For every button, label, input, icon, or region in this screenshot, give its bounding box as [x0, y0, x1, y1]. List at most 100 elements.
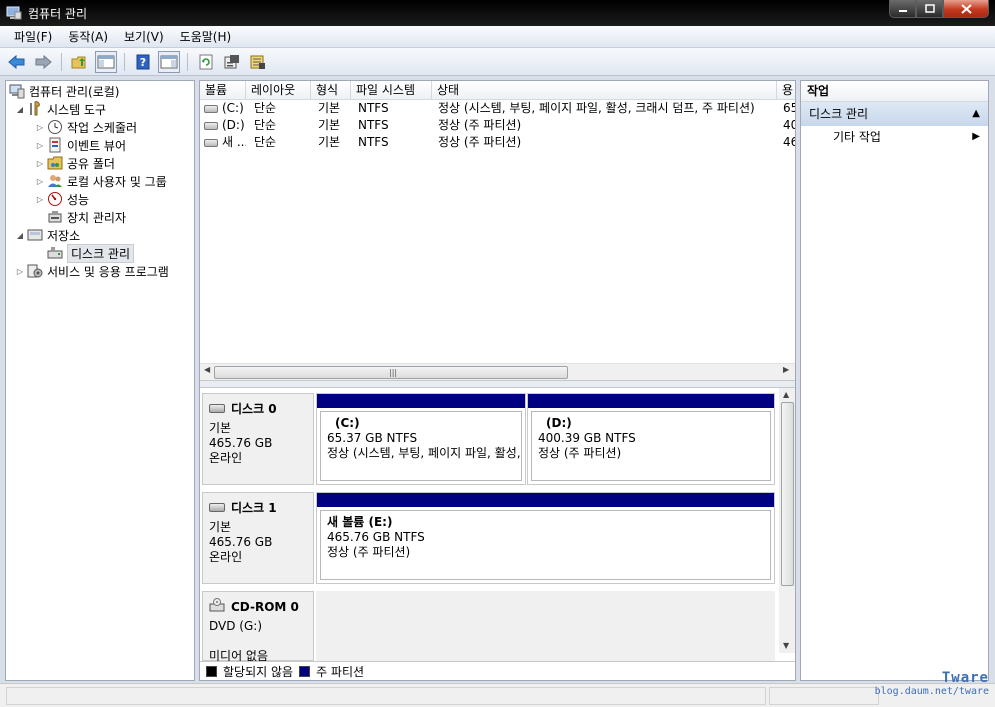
computer-management-icon	[6, 5, 22, 21]
action-more-actions[interactable]: 기타 작업 ▶	[801, 126, 988, 148]
tree-item-task-scheduler[interactable]: ▷ 작업 스케줄러	[35, 118, 137, 136]
expand-triangle-icon[interactable]: ▷	[35, 141, 45, 150]
cdrom-info[interactable]: CD-ROM 0 DVD (G:) 미디어 없음	[202, 591, 314, 663]
partition-size: 400.39 GB NTFS	[538, 431, 636, 445]
partition-name: (D:)	[546, 416, 572, 430]
forward-button[interactable]	[32, 51, 54, 73]
event-viewer-icon	[47, 137, 63, 153]
vertical-scrollbar[interactable]: ▲ ▼	[779, 388, 795, 653]
show-hide-tree-button[interactable]	[95, 50, 117, 73]
maximize-button[interactable]	[916, 0, 943, 18]
disk-type: 기본	[209, 520, 232, 534]
scroll-up-arrow-icon[interactable]: ▲	[783, 390, 789, 399]
clock-icon	[47, 119, 63, 135]
menu-view[interactable]: 보기(V)	[116, 28, 172, 45]
status-segment	[769, 687, 879, 705]
performance-icon	[47, 191, 63, 207]
expand-triangle-icon[interactable]: ▷	[35, 195, 45, 204]
users-icon	[47, 173, 63, 189]
cdrom-empty-area	[316, 591, 775, 661]
tree-label: 디스크 관리	[67, 243, 135, 263]
export-button[interactable]	[247, 51, 269, 73]
tree-item-performance[interactable]: ▷ 성능	[35, 190, 89, 208]
back-icon	[8, 54, 25, 69]
grip-icon: |||	[389, 368, 398, 377]
disk-name: 디스크 0	[231, 402, 277, 416]
disk-info[interactable]: 디스크 1 기본 465.76 GB 온라인	[202, 492, 314, 584]
expand-triangle-icon[interactable]: ▷	[15, 267, 25, 276]
scroll-down-arrow-icon[interactable]: ▼	[783, 641, 789, 650]
volume-layout: 단순	[254, 135, 277, 149]
primary-partition-bar	[528, 394, 774, 408]
expand-triangle-icon[interactable]: ▷	[35, 159, 45, 168]
expand-triangle-icon[interactable]: ▷	[35, 123, 45, 132]
toolbar-separator	[61, 52, 62, 71]
tree-item-local-users[interactable]: ▷ 로컬 사용자 및 그룹	[35, 172, 167, 190]
volume-file-system: NTFS	[358, 118, 389, 132]
window-title: 컴퓨터 관리	[28, 6, 88, 21]
refresh-button[interactable]	[195, 51, 217, 73]
svg-text:?: ?	[140, 56, 146, 69]
disk-info[interactable]: 디스크 0 기본 465.76 GB 온라인	[202, 393, 314, 485]
expand-triangle-icon[interactable]: ▷	[35, 177, 45, 186]
tree-label: 로컬 사용자 및 그룹	[67, 174, 167, 189]
tree-item-shared-folders[interactable]: ▷ 공유 폴더	[35, 154, 115, 172]
collapse-triangle-icon[interactable]: ◢	[15, 231, 25, 240]
minimize-button[interactable]	[889, 0, 916, 18]
volume-type: 기본	[318, 101, 341, 115]
back-button[interactable]	[6, 51, 28, 73]
export-icon	[250, 55, 265, 69]
collapse-triangle-icon[interactable]: ◢	[15, 105, 25, 114]
tree-item-event-viewer[interactable]: ▷ 이벤트 뷰어	[35, 136, 126, 154]
unallocated-swatch	[206, 666, 217, 677]
column-header-type[interactable]: 형식	[311, 81, 351, 100]
column-header-volume[interactable]: 볼륨	[200, 81, 246, 100]
column-header-capacity[interactable]: 용	[777, 81, 795, 100]
scroll-right-arrow-icon[interactable]: ▶	[783, 365, 789, 374]
volume-name: (C:)	[222, 101, 244, 115]
horizontal-scroll-thumb[interactable]: |||	[214, 366, 568, 379]
horizontal-scrollbar[interactable]: ◀ ||| ▶	[200, 363, 795, 380]
volume-row[interactable]: (D:) 단순 기본 NTFS 정상 (주 파티션) 40	[200, 117, 795, 134]
tree-item-computer-management[interactable]: 컴퓨터 관리(로컬)	[9, 82, 119, 100]
status-bar: Tware blog.daum.net/tware	[0, 670, 995, 707]
tree-item-services-applications[interactable]: ▷ 서비스 및 응용 프로그램	[15, 262, 169, 280]
status-segment	[6, 687, 766, 705]
close-button[interactable]	[943, 0, 989, 18]
maximize-icon	[924, 4, 935, 13]
up-folder-button[interactable]	[69, 51, 91, 73]
tree-item-system-tools[interactable]: ◢ 시스템 도구	[15, 100, 106, 118]
watermark: Tware blog.daum.net/tware	[875, 670, 989, 697]
volume-row[interactable]: (C:) 단순 기본 NTFS 정상 (시스템, 부팅, 페이지 파일, 활성,…	[200, 100, 795, 117]
partition-status: 정상 (시스템, 부팅, 페이지 파일, 활성, 크래시 덤프, 주 파티션)	[327, 446, 521, 460]
actions-section-disk-management[interactable]: 디스크 관리 ▲	[801, 102, 988, 126]
watermark-url: blog.daum.net/tware	[874, 686, 989, 697]
tree-item-device-manager[interactable]: 장치 관리자	[47, 208, 126, 226]
disk-icon	[209, 404, 225, 413]
collapse-up-icon[interactable]: ▲	[972, 102, 980, 126]
disk-name: 디스크 1	[231, 501, 277, 515]
vertical-scroll-thumb[interactable]	[781, 402, 794, 586]
column-header-file-system[interactable]: 파일 시스템	[351, 81, 432, 100]
menu-action[interactable]: 동작(A)	[60, 28, 116, 45]
partition-c[interactable]: (C:) 65.37 GB NTFS 정상 (시스템, 부팅, 페이지 파일, …	[316, 393, 526, 485]
tree-item-storage[interactable]: ◢ 저장소	[15, 226, 80, 244]
partition-e[interactable]: 새 볼륨 (E:) 465.76 GB NTFS 정상 (주 파티션)	[316, 492, 775, 584]
pane-splitter[interactable]	[200, 380, 795, 388]
title-bar: 컴퓨터 관리	[0, 0, 995, 26]
help-button[interactable]: ?	[132, 51, 154, 73]
show-hide-action-pane-button[interactable]	[158, 50, 180, 73]
tree-item-disk-management[interactable]: 디스크 관리	[47, 243, 135, 263]
partition-size: 465.76 GB NTFS	[327, 530, 425, 544]
disk-size: 465.76 GB	[209, 436, 273, 450]
column-header-status[interactable]: 상태	[432, 81, 777, 100]
partition-d[interactable]: (D:) 400.39 GB NTFS 정상 (주 파티션)	[527, 393, 775, 485]
tree-label: 시스템 도구	[47, 102, 107, 117]
properties-button[interactable]	[221, 51, 243, 73]
scroll-left-arrow-icon[interactable]: ◀	[204, 365, 210, 374]
volume-row[interactable]: 새 ... 단순 기본 NTFS 정상 (주 파티션) 46	[200, 134, 795, 151]
column-header-layout[interactable]: 레이아웃	[246, 81, 311, 100]
menu-file[interactable]: 파일(F)	[6, 28, 60, 45]
menu-help[interactable]: 도움말(H)	[172, 28, 240, 45]
volume-icon	[204, 104, 218, 113]
